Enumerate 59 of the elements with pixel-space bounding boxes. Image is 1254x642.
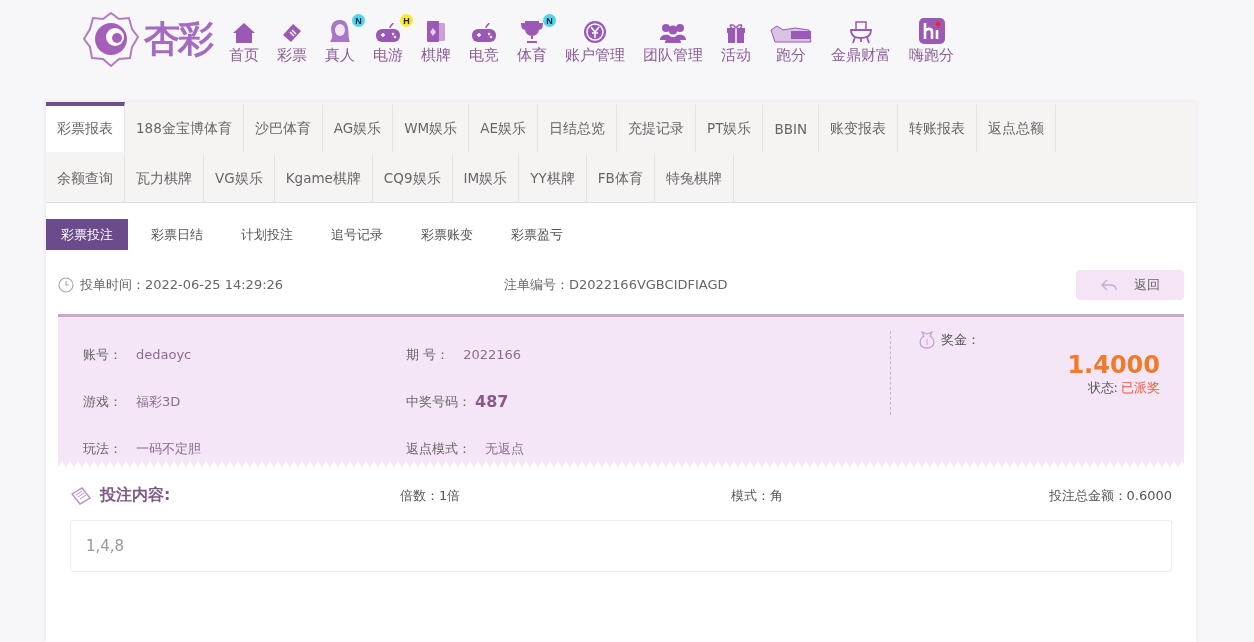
new-badge: N <box>352 14 365 27</box>
money-bag-icon <box>917 331 937 349</box>
nav-item[interactable]: 首页 <box>220 10 268 65</box>
nav-item[interactable]: 金鼎财富 <box>822 10 900 65</box>
bet-content-title: 投注内容: <box>100 485 171 506</box>
woman-icon <box>327 18 353 44</box>
new-badge: N <box>543 14 556 27</box>
bet-content-box: 1,4,8 <box>70 520 1172 572</box>
field-label: 中奖号码： <box>406 392 471 411</box>
nav-item[interactable]: 团队管理 <box>634 10 712 65</box>
bet-multiple: 倍数：1倍 <box>400 486 462 505</box>
nav-item[interactable]: N 真人 <box>316 10 364 65</box>
cards-icon <box>424 20 448 44</box>
field-value: 2022166 <box>463 347 522 362</box>
prize-amount: 1.4000 <box>1067 351 1160 379</box>
team-icon <box>659 22 687 44</box>
logo-text: 杏彩 <box>144 16 212 61</box>
order-number: 注单编号：D2022166VGBCIDFIAGD <box>504 276 729 294</box>
logo-icon <box>82 10 140 68</box>
field-value: 无返点 <box>485 439 524 458</box>
cauldron-icon <box>848 20 874 44</box>
field-value: 一码不定胆 <box>136 439 201 458</box>
notepad-icon <box>70 485 92 506</box>
field-value: dedaoyc <box>136 347 192 362</box>
field-label: 返点模式： <box>406 439 471 458</box>
field-label: 游戏： <box>83 392 122 411</box>
coin-icon <box>583 20 607 44</box>
bet-mode: 模式：角 <box>731 486 784 505</box>
order-time: 投单时间：2022-06-25 14:29:26 <box>80 276 284 294</box>
field-label: 期 号： <box>406 345 450 364</box>
nav-item[interactable]: N 体育 <box>508 10 556 65</box>
nav-item[interactable]: 账户管理 <box>556 10 634 65</box>
gamepad-icon <box>375 22 401 44</box>
new-badge: H <box>400 14 413 27</box>
app-icon <box>918 18 945 44</box>
ticket-icon <box>280 22 304 44</box>
clock-icon <box>58 277 74 293</box>
nav-item[interactable]: H 电游 <box>364 10 412 65</box>
nav-item[interactable]: 嗨跑分 <box>900 10 963 65</box>
return-icon <box>1100 278 1118 292</box>
field-value: 487 <box>475 392 509 411</box>
lottery-tab[interactable]: 彩票投注 <box>46 219 128 250</box>
status-label: 状态: <box>1087 379 1118 397</box>
field-label: 账号： <box>83 345 122 364</box>
home-icon <box>232 22 256 44</box>
status-value: 已派奖 <box>1121 379 1160 397</box>
nav-item[interactable]: 棋牌 <box>412 10 460 65</box>
prize-label: 奖金： <box>941 331 980 349</box>
field-value: 福彩3D <box>136 392 181 411</box>
nav-item[interactable]: 跑分 <box>760 10 822 65</box>
nav-item[interactable]: 电竞 <box>460 10 508 65</box>
trophy-icon <box>520 20 544 44</box>
field-label: 玩法： <box>83 439 122 458</box>
nav-item[interactable]: 彩票 <box>268 10 316 65</box>
nav-item[interactable]: 活动 <box>712 10 760 65</box>
report-tab[interactable]: 彩票报表 <box>46 102 125 152</box>
back-button[interactable]: 返回 <box>1076 270 1184 300</box>
gamepad-icon <box>471 22 497 44</box>
bet-total: 投注总金额：0.6000 <box>1048 486 1172 505</box>
